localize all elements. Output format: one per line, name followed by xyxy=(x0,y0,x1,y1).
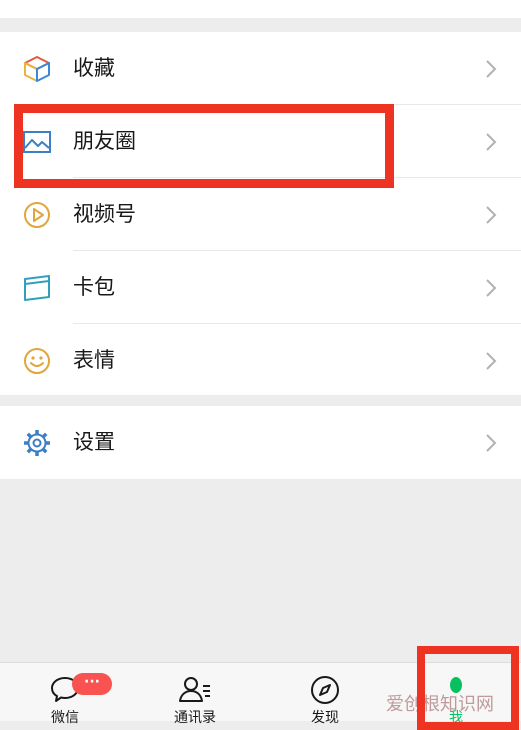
chevron-right-icon xyxy=(486,60,497,78)
menu-group-settings: 设置 xyxy=(0,406,521,479)
tab-label: 通讯录 xyxy=(174,710,216,726)
menu-item-favorites[interactable]: 收藏 xyxy=(0,32,521,105)
menu-item-cards[interactable]: 卡包 xyxy=(0,251,521,324)
compass-icon xyxy=(311,676,339,704)
top-strip xyxy=(0,0,521,18)
chevron-right-icon xyxy=(486,434,497,452)
chevron-right-icon xyxy=(486,133,497,151)
highlight-box-moments xyxy=(14,104,394,188)
play-circle-icon xyxy=(24,202,50,228)
menu-group-main: 收藏 朋友圈 视频号 卡包 表情 xyxy=(0,32,521,395)
gear-icon xyxy=(24,430,50,456)
card-icon xyxy=(24,275,50,301)
menu-item-settings[interactable]: 设置 xyxy=(0,406,521,479)
menu-item-channels[interactable]: 视频号 xyxy=(0,178,521,251)
chevron-right-icon xyxy=(486,352,497,370)
unread-badge: ··· xyxy=(72,673,112,695)
tab-contacts[interactable]: 通讯录 xyxy=(150,663,240,726)
contacts-icon xyxy=(179,677,210,702)
cube-icon xyxy=(24,56,50,82)
menu-item-label: 设置 xyxy=(73,430,115,454)
menu-item-label: 卡包 xyxy=(73,275,115,299)
tab-discover[interactable]: 发现 xyxy=(280,663,370,726)
smiley-icon xyxy=(24,348,50,374)
menu-item-stickers[interactable]: 表情 xyxy=(0,324,521,397)
tab-label: 微信 xyxy=(51,710,79,726)
menu-item-label: 收藏 xyxy=(73,56,115,80)
chevron-right-icon xyxy=(486,206,497,224)
tab-label: 发现 xyxy=(311,710,339,726)
highlight-box-me-tab xyxy=(417,646,519,730)
chevron-right-icon xyxy=(486,279,497,297)
menu-item-label: 视频号 xyxy=(73,202,136,226)
menu-item-label: 表情 xyxy=(73,348,115,372)
